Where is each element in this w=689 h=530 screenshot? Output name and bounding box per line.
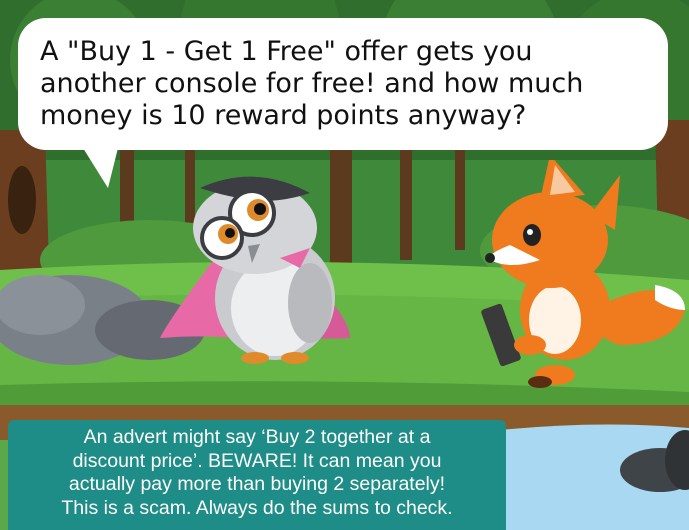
comic-panel: A "Buy 1 - Get 1 Free" offer gets you an…: [0, 0, 689, 530]
owl-character: [160, 176, 350, 364]
speech-line: money is 10 reward points anyway?: [40, 100, 527, 131]
caption-box: An advert might say ‘Buy 2 together at a…: [8, 420, 506, 530]
caption-line: This is a scam. Always do the sums to ch…: [61, 496, 453, 519]
speech-bubble: A "Buy 1 - Get 1 Free" offer gets you an…: [18, 18, 668, 150]
speech-line: another console for free! and how much: [40, 68, 584, 99]
caption-line: actually pay more than buying 2 separate…: [68, 473, 446, 495]
fox-character: [481, 160, 685, 388]
caption-line: discount price’. BEWARE! It can mean you: [72, 449, 442, 472]
speech-line: A "Buy 1 - Get 1 Free" offer gets you: [40, 36, 533, 67]
caption-line: An advert might say ‘Buy 2 together at a: [83, 426, 431, 448]
